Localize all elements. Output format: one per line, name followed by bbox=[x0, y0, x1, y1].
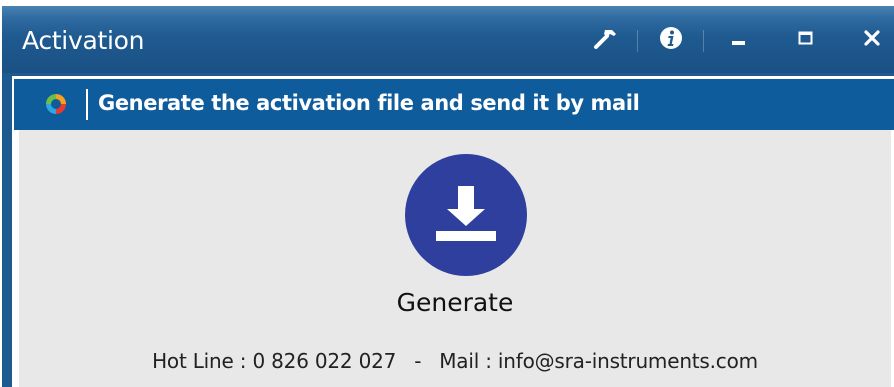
minimize-icon[interactable] bbox=[722, 22, 756, 54]
title-separator bbox=[637, 30, 638, 52]
content-panel: Generate the activation file and send it… bbox=[12, 76, 894, 387]
hotline-text: Hot Line : 0 826 022 027 bbox=[152, 349, 397, 373]
header-divider bbox=[86, 89, 88, 120]
generate-button[interactable] bbox=[405, 154, 527, 276]
app-logo-icon bbox=[46, 94, 66, 114]
maximize-icon[interactable] bbox=[789, 22, 823, 54]
close-icon[interactable] bbox=[855, 22, 889, 54]
hammer-icon[interactable] bbox=[590, 22, 622, 54]
contact-footer: Hot Line : 0 826 022 027- Mail : info@sra… bbox=[19, 349, 891, 373]
header-text: Generate the activation file and send it… bbox=[98, 91, 640, 115]
generate-label[interactable]: Generate bbox=[19, 288, 891, 317]
info-icon[interactable] bbox=[655, 22, 687, 54]
activation-window: Activation Generate the activation file … bbox=[2, 6, 894, 387]
footer-separator: - bbox=[414, 349, 422, 373]
mail-text: Mail : info@sra-instruments.com bbox=[439, 349, 758, 373]
download-icon bbox=[436, 186, 496, 241]
instruction-header: Generate the activation file and send it… bbox=[14, 79, 894, 130]
generate-area: Generate Hot Line : 0 826 022 027- Mail :… bbox=[19, 130, 891, 387]
title-separator bbox=[703, 30, 704, 52]
title-bar[interactable]: Activation bbox=[2, 6, 894, 73]
window-title: Activation bbox=[22, 26, 145, 55]
